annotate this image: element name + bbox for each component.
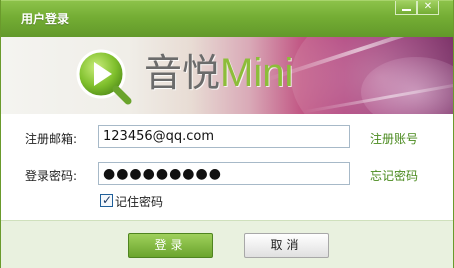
remember-password-checkbox[interactable]	[100, 193, 113, 207]
email-label: 注册邮箱:	[25, 132, 78, 146]
login-button[interactable]: 登录	[128, 233, 213, 258]
window-title: 用户登录	[21, 12, 70, 26]
close-button[interactable]: ✕	[417, 1, 439, 15]
login-window: 用户登录 ✕ 音悦Mini 注册邮箱: 注册账号 登录密码:	[0, 0, 454, 268]
brand-banner: 音悦Mini	[1, 37, 453, 114]
brand-name: 音悦Mini	[144, 51, 293, 95]
play-logo-icon	[76, 49, 132, 105]
cancel-button[interactable]: 取消	[244, 233, 329, 258]
password-label: 登录密码:	[25, 169, 78, 183]
brand-name-en: Mini	[220, 51, 294, 95]
minimize-button[interactable]	[395, 1, 417, 15]
register-link[interactable]: 注册账号	[370, 130, 418, 147]
brand-name-cn: 音悦	[144, 51, 221, 95]
forgot-password-link[interactable]: 忘记密码	[370, 167, 418, 184]
password-field[interactable]	[98, 162, 350, 185]
button-bar: 登录 取消	[1, 220, 453, 268]
remember-password-label: 记住密码	[115, 195, 164, 209]
email-field[interactable]	[98, 125, 350, 148]
title-bar[interactable]: 用户登录 ✕	[1, 0, 453, 37]
